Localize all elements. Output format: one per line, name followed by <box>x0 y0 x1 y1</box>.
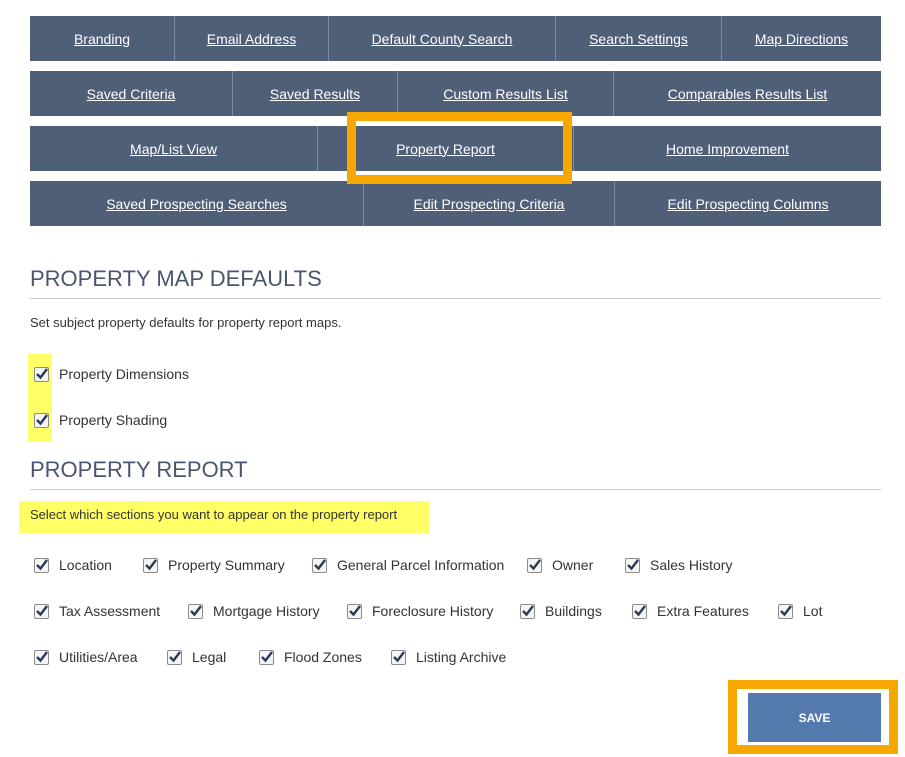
tab-branding[interactable]: Branding <box>30 16 175 61</box>
checkbox-box[interactable] <box>188 603 203 619</box>
checkbox-flood-zones[interactable]: Flood Zones <box>259 649 362 665</box>
checkbox-legal[interactable]: Legal <box>167 649 226 665</box>
checkbox-box[interactable] <box>625 557 640 573</box>
check-icon <box>314 558 326 570</box>
checkbox-buildings[interactable]: Buildings <box>520 603 602 619</box>
checkbox-label: Property Dimensions <box>59 366 189 382</box>
checkbox-general-parcel-information[interactable]: General Parcel Information <box>312 557 504 573</box>
checkbox-mortgage-history[interactable]: Mortgage History <box>188 603 320 619</box>
check-icon <box>36 604 48 616</box>
tab-saved-results[interactable]: Saved Results <box>233 71 398 116</box>
checkbox-utilities-area[interactable]: Utilities/Area <box>34 649 138 665</box>
check-icon <box>36 650 48 662</box>
check-icon <box>36 413 48 425</box>
checkbox-label: Mortgage History <box>213 603 320 619</box>
checkbox-label: Property Shading <box>59 412 168 428</box>
checkbox-label: Tax Assessment <box>59 603 161 619</box>
checkbox-box[interactable] <box>347 603 362 619</box>
checkbox-property-summary[interactable]: Property Summary <box>143 557 285 573</box>
tab-home-improvement[interactable]: Home Improvement <box>574 126 881 171</box>
checkbox-box[interactable] <box>778 603 793 619</box>
check-icon <box>780 604 792 616</box>
checkbox-box[interactable] <box>167 649 182 665</box>
tab-comparables-results-list[interactable]: Comparables Results List <box>614 71 881 116</box>
checkbox-box[interactable] <box>34 412 49 428</box>
settings-nav-row-1: Branding Email Address Default County Se… <box>30 16 881 61</box>
checkbox-box[interactable] <box>632 603 647 619</box>
property-report-tab-highlight <box>347 112 572 184</box>
checkbox-foreclosure-history[interactable]: Foreclosure History <box>347 603 493 619</box>
map-defaults-title: PROPERTY MAP DEFAULTS <box>30 266 881 299</box>
check-icon <box>393 650 405 662</box>
tab-saved-criteria[interactable]: Saved Criteria <box>30 71 233 116</box>
tab-edit-prospecting-columns[interactable]: Edit Prospecting Columns <box>615 181 881 226</box>
settings-nav-row-2: Saved Criteria Saved Results Custom Resu… <box>30 71 881 116</box>
check-icon <box>36 558 48 570</box>
checkbox-box[interactable] <box>34 366 49 382</box>
check-icon <box>261 650 273 662</box>
checkbox-box[interactable] <box>391 649 406 665</box>
tab-map-list-view[interactable]: Map/List View <box>30 126 318 171</box>
checkbox-box[interactable] <box>34 649 49 665</box>
checkbox-owner[interactable]: Owner <box>527 557 593 573</box>
check-icon <box>529 558 541 570</box>
tab-custom-results-list[interactable]: Custom Results List <box>398 71 614 116</box>
tab-email-address[interactable]: Email Address <box>175 16 329 61</box>
checkbox-box[interactable] <box>143 557 158 573</box>
check-icon <box>349 604 361 616</box>
checkbox-label: Property Summary <box>168 557 285 573</box>
checkbox-label: Legal <box>192 649 227 665</box>
check-icon <box>145 558 157 570</box>
checkbox-label: Extra Features <box>657 603 749 619</box>
checkbox-box[interactable] <box>34 557 49 573</box>
checkbox-property-dimensions[interactable]: Property Dimensions <box>34 366 189 382</box>
check-icon <box>627 558 639 570</box>
tab-default-county-search[interactable]: Default County Search <box>329 16 556 61</box>
settings-nav-row-4: Saved Prospecting Searches Edit Prospect… <box>30 181 881 226</box>
tab-map-directions[interactable]: Map Directions <box>722 16 881 61</box>
checkbox-sales-history[interactable]: Sales History <box>625 557 732 573</box>
checkbox-label: Lot <box>803 603 823 619</box>
check-icon <box>634 604 646 616</box>
checkbox-tax-assessment[interactable]: Tax Assessment <box>34 603 160 619</box>
checkbox-box[interactable] <box>312 557 327 573</box>
checkbox-label: General Parcel Information <box>337 557 505 573</box>
checkbox-label: Location <box>59 557 112 573</box>
checkbox-box[interactable] <box>259 649 274 665</box>
check-icon <box>169 650 181 662</box>
checkbox-box[interactable] <box>520 603 535 619</box>
checkbox-label: Sales History <box>650 557 733 573</box>
checkbox-label: Utilities/Area <box>59 649 138 665</box>
tab-search-settings[interactable]: Search Settings <box>556 16 722 61</box>
checkbox-box[interactable] <box>34 603 49 619</box>
checkbox-label: Buildings <box>545 603 602 619</box>
checkbox-label: Foreclosure History <box>372 603 494 619</box>
tab-edit-prospecting-criteria[interactable]: Edit Prospecting Criteria <box>364 181 615 226</box>
report-description: Select which sections you want to appear… <box>30 507 398 522</box>
save-button[interactable]: SAVE <box>748 693 881 742</box>
checkbox-label: Owner <box>552 557 594 573</box>
check-icon <box>36 367 48 379</box>
checkbox-listing-archive[interactable]: Listing Archive <box>391 649 506 665</box>
checkbox-lot[interactable]: Lot <box>778 603 822 619</box>
map-defaults-description: Set subject property defaults for proper… <box>30 315 342 330</box>
tab-saved-prospecting-searches[interactable]: Saved Prospecting Searches <box>30 181 364 226</box>
checkbox-label: Listing Archive <box>416 649 507 665</box>
checkbox-extra-features[interactable]: Extra Features <box>632 603 749 619</box>
check-icon <box>190 604 202 616</box>
checkbox-property-shading[interactable]: Property Shading <box>34 412 167 428</box>
checkbox-box[interactable] <box>527 557 542 573</box>
property-report-title: PROPERTY REPORT <box>30 457 881 490</box>
check-icon <box>522 604 534 616</box>
checkbox-location[interactable]: Location <box>34 557 112 573</box>
checkbox-label: Flood Zones <box>284 649 362 665</box>
